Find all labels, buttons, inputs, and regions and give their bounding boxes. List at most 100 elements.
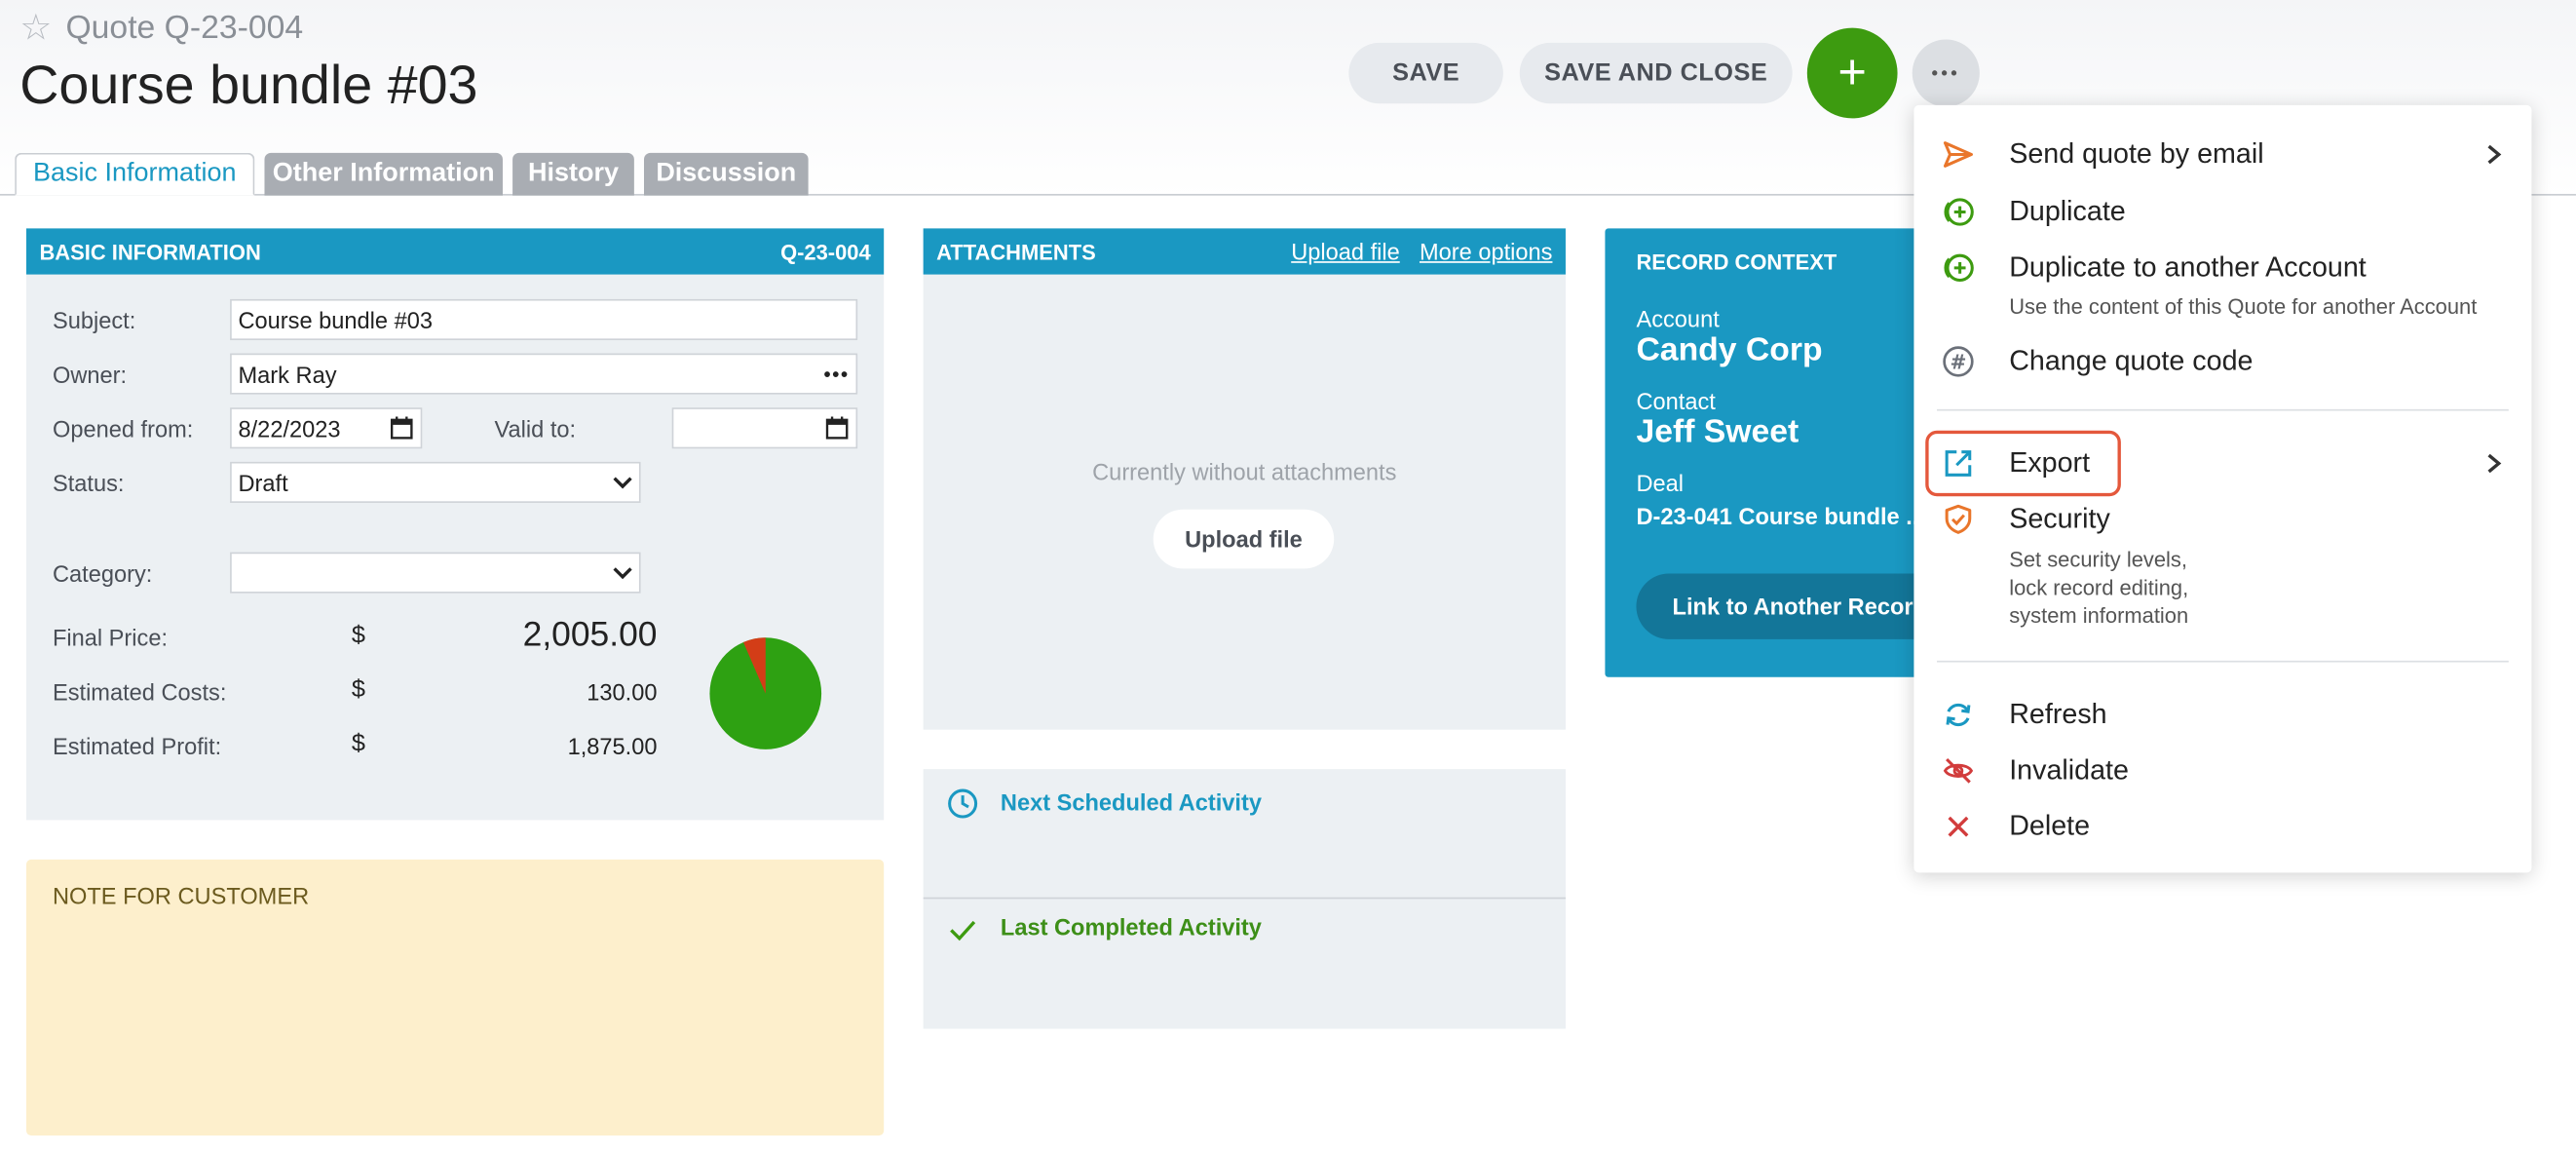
- plus-icon: +: [1837, 45, 1867, 100]
- estimated-profit-value: 1,875.00: [567, 733, 658, 760]
- note-label: NOTE FOR CUSTOMER: [52, 882, 310, 909]
- next-scheduled-activity[interactable]: Next Scheduled Activity: [1001, 788, 1262, 815]
- send-icon: [1943, 141, 1973, 168]
- more-options-link[interactable]: More options: [1420, 238, 1552, 264]
- activities-divider: [923, 897, 1566, 900]
- category-select[interactable]: [230, 552, 641, 594]
- valid-to-input[interactable]: [671, 407, 858, 449]
- currency-symbol: $: [351, 621, 365, 650]
- account-value[interactable]: Candy Corp: [1636, 332, 1822, 370]
- eye-slash-icon: [1943, 757, 1974, 784]
- ellipsis-icon: •••: [1931, 62, 1961, 84]
- note-for-customer-panel[interactable]: NOTE FOR CUSTOMER: [25, 859, 885, 1136]
- status-label: Status:: [52, 470, 125, 497]
- chevron-down-icon: [613, 566, 632, 579]
- menu-item-duplicate-to-another-account[interactable]: Duplicate to another Account: [2009, 251, 2367, 285]
- deal-value[interactable]: D-23-041 Course bundle ...: [1636, 503, 1924, 529]
- security-description-line-3: system information: [2009, 602, 2189, 629]
- estimated-costs-value: 130.00: [587, 678, 658, 706]
- shield-icon: [1945, 504, 1972, 534]
- owner-input[interactable]: Mark Ray •••: [230, 353, 858, 395]
- more-actions-button[interactable]: •••: [1912, 39, 1980, 107]
- checkmark-icon: [950, 920, 976, 941]
- subject-input[interactable]: Course bundle #03: [230, 298, 858, 341]
- tab-discussion[interactable]: Discussion: [643, 152, 809, 196]
- save-and-close-button[interactable]: SAVE AND CLOSE: [1519, 42, 1793, 104]
- security-description-line-1: Set security levels,: [2009, 547, 2187, 572]
- menu-item-delete[interactable]: Delete: [2009, 810, 2090, 843]
- duplicate-account-icon: [1944, 253, 1974, 283]
- tab-other-information[interactable]: Other Information: [264, 152, 503, 196]
- contact-value[interactable]: Jeff Sweet: [1636, 414, 1799, 452]
- refresh-icon: [1946, 703, 1971, 727]
- attachments-header: ATTACHMENTS Upload file More options: [923, 228, 1566, 275]
- duplicate-account-description: Use the content of this Quote for anothe…: [2009, 293, 2478, 320]
- svg-text:#: #: [1950, 351, 1966, 374]
- owner-value: Mark Ray: [238, 361, 337, 388]
- currency-symbol: $: [351, 729, 365, 758]
- menu-separator: [1937, 408, 2509, 411]
- estimated-costs-label: Estimated Costs:: [52, 678, 227, 706]
- favorite-star-icon[interactable]: ☆: [19, 8, 52, 47]
- security-description-line-2: lock record editing,: [2009, 575, 2189, 600]
- more-actions-menu: Send quote by email Duplicate Duplicate …: [1913, 104, 2532, 873]
- panel-title: BASIC INFORMATION: [39, 239, 261, 264]
- account-label: Account: [1636, 305, 1720, 332]
- profit-pie-chart: [709, 637, 822, 749]
- subject-label: Subject:: [52, 307, 136, 334]
- link-to-another-record-button[interactable]: Link to Another Record: [1636, 573, 1934, 639]
- opened-from-value: 8/22/2023: [238, 414, 341, 442]
- upload-file-button[interactable]: Upload file: [1153, 509, 1335, 569]
- duplicate-icon: [1944, 198, 1974, 226]
- external-link-icon: [1945, 450, 1972, 477]
- menu-item-change-quote-code[interactable]: Change quote code: [2009, 345, 2253, 378]
- attachments-panel: ATTACHMENTS Upload file More options Cur…: [923, 228, 1566, 730]
- opened-from-input[interactable]: 8/22/2023: [230, 407, 423, 449]
- upload-file-link[interactable]: Upload file: [1291, 238, 1400, 264]
- valid-to-label: Valid to:: [494, 415, 577, 442]
- save-button[interactable]: SAVE: [1348, 42, 1503, 104]
- chevron-down-icon: [613, 476, 632, 488]
- quote-code: Q-23-004: [780, 239, 871, 264]
- menu-item-duplicate[interactable]: Duplicate: [2009, 196, 2126, 229]
- basic-information-panel: BASIC INFORMATION Q-23-004 Subject: Cour…: [25, 228, 885, 821]
- deal-label: Deal: [1636, 470, 1685, 497]
- category-label: Category:: [52, 559, 153, 587]
- status-value: Draft: [238, 469, 288, 496]
- estimated-profit-label: Estimated Profit:: [52, 733, 222, 760]
- chevron-right-icon: [2487, 144, 2502, 165]
- pie-slice-profit: [709, 637, 822, 749]
- menu-item-export[interactable]: Export: [2009, 447, 2090, 480]
- menu-item-invalidate[interactable]: Invalidate: [2009, 754, 2129, 787]
- status-select[interactable]: Draft: [230, 461, 641, 503]
- attachments-links: Upload file More options: [1291, 238, 1552, 264]
- menu-item-send-quote-by-email[interactable]: Send quote by email: [2009, 138, 2263, 172]
- activities-panel: Next Scheduled Activity Last Completed A…: [923, 769, 1566, 1029]
- calendar-icon[interactable]: [824, 416, 849, 441]
- empty-attachments-text: Currently without attachments: [1092, 458, 1397, 485]
- menu-separator: [1937, 660, 2509, 663]
- clock-icon: [948, 788, 978, 819]
- hash-icon: #: [1943, 346, 1974, 377]
- contact-label: Contact: [1636, 387, 1716, 414]
- calendar-icon[interactable]: [390, 416, 414, 441]
- chevron-right-icon: [2487, 453, 2502, 474]
- add-button[interactable]: +: [1806, 27, 1898, 119]
- final-price-value: 2,005.00: [522, 616, 658, 655]
- basic-information-header: BASIC INFORMATION Q-23-004: [25, 228, 885, 275]
- page-title: Course bundle #03: [19, 54, 478, 116]
- final-price-label: Final Price:: [52, 624, 169, 651]
- opened-from-label: Opened from:: [52, 415, 194, 442]
- last-completed-activity[interactable]: Last Completed Activity: [1001, 914, 1262, 941]
- menu-item-security[interactable]: Security: [2009, 503, 2110, 536]
- currency-symbol: $: [351, 675, 365, 704]
- owner-picker-icon[interactable]: •••: [823, 363, 849, 386]
- owner-label: Owner:: [52, 361, 128, 388]
- tab-history[interactable]: History: [512, 152, 634, 196]
- close-icon: [1948, 816, 1969, 837]
- record-context-panel: RECORD CONTEXT Account Candy Corp Contac…: [1605, 228, 1934, 677]
- record-type-label: Quote Q-23-004: [65, 10, 304, 47]
- record-context-title: RECORD CONTEXT: [1636, 250, 1837, 275]
- menu-item-refresh[interactable]: Refresh: [2009, 699, 2106, 732]
- tab-basic-information[interactable]: Basic Information: [15, 152, 255, 196]
